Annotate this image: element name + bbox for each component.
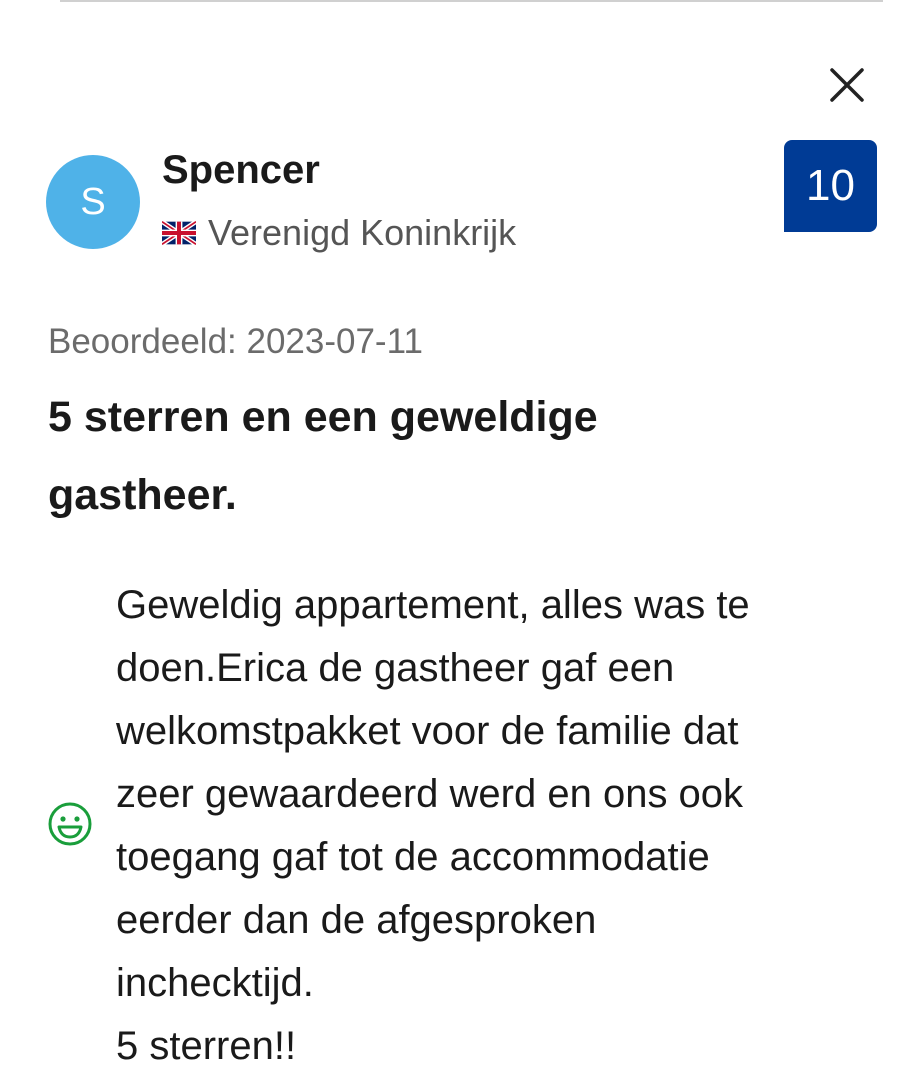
close-button[interactable] [822,60,872,110]
reviewer-name: Spencer [162,148,320,192]
review-body-line: welkomstpakket voor de familie dat [116,709,739,753]
review-body-line: Geweldig appartement, alles was te [116,583,750,627]
close-icon [830,68,864,102]
review-body-line: inchecktijd. [116,961,314,1005]
country-name: Verenigd Koninkrijk [208,212,517,253]
review-body-line: toegang gaf tot de accommodatie [116,835,710,879]
score-badge: 10 [784,140,877,232]
reviewer-country: Verenigd Koninkrijk [162,212,516,254]
review-body-line: zeer gewaardeerd werd en ons ook [116,772,744,816]
review-body-line: 5 sterren!! [116,1024,297,1068]
avatar: S [46,155,140,249]
score-value: 10 [806,161,855,210]
uk-flag-icon [162,219,196,247]
review-title: 5 sterren en een geweldige gastheer. [48,393,598,519]
review-body: Geweldig appartement, alles was te doen.… [116,574,876,1078]
review-date: Beoordeeld: 2023-07-11 [48,322,423,361]
smiley-icon [46,800,94,848]
review-body-line: eerder dan de afgesproken [116,898,597,942]
top-divider [60,0,883,2]
avatar-initial: S [80,180,106,223]
review-body-line: doen.Erica de gastheer gaf een [116,646,675,690]
